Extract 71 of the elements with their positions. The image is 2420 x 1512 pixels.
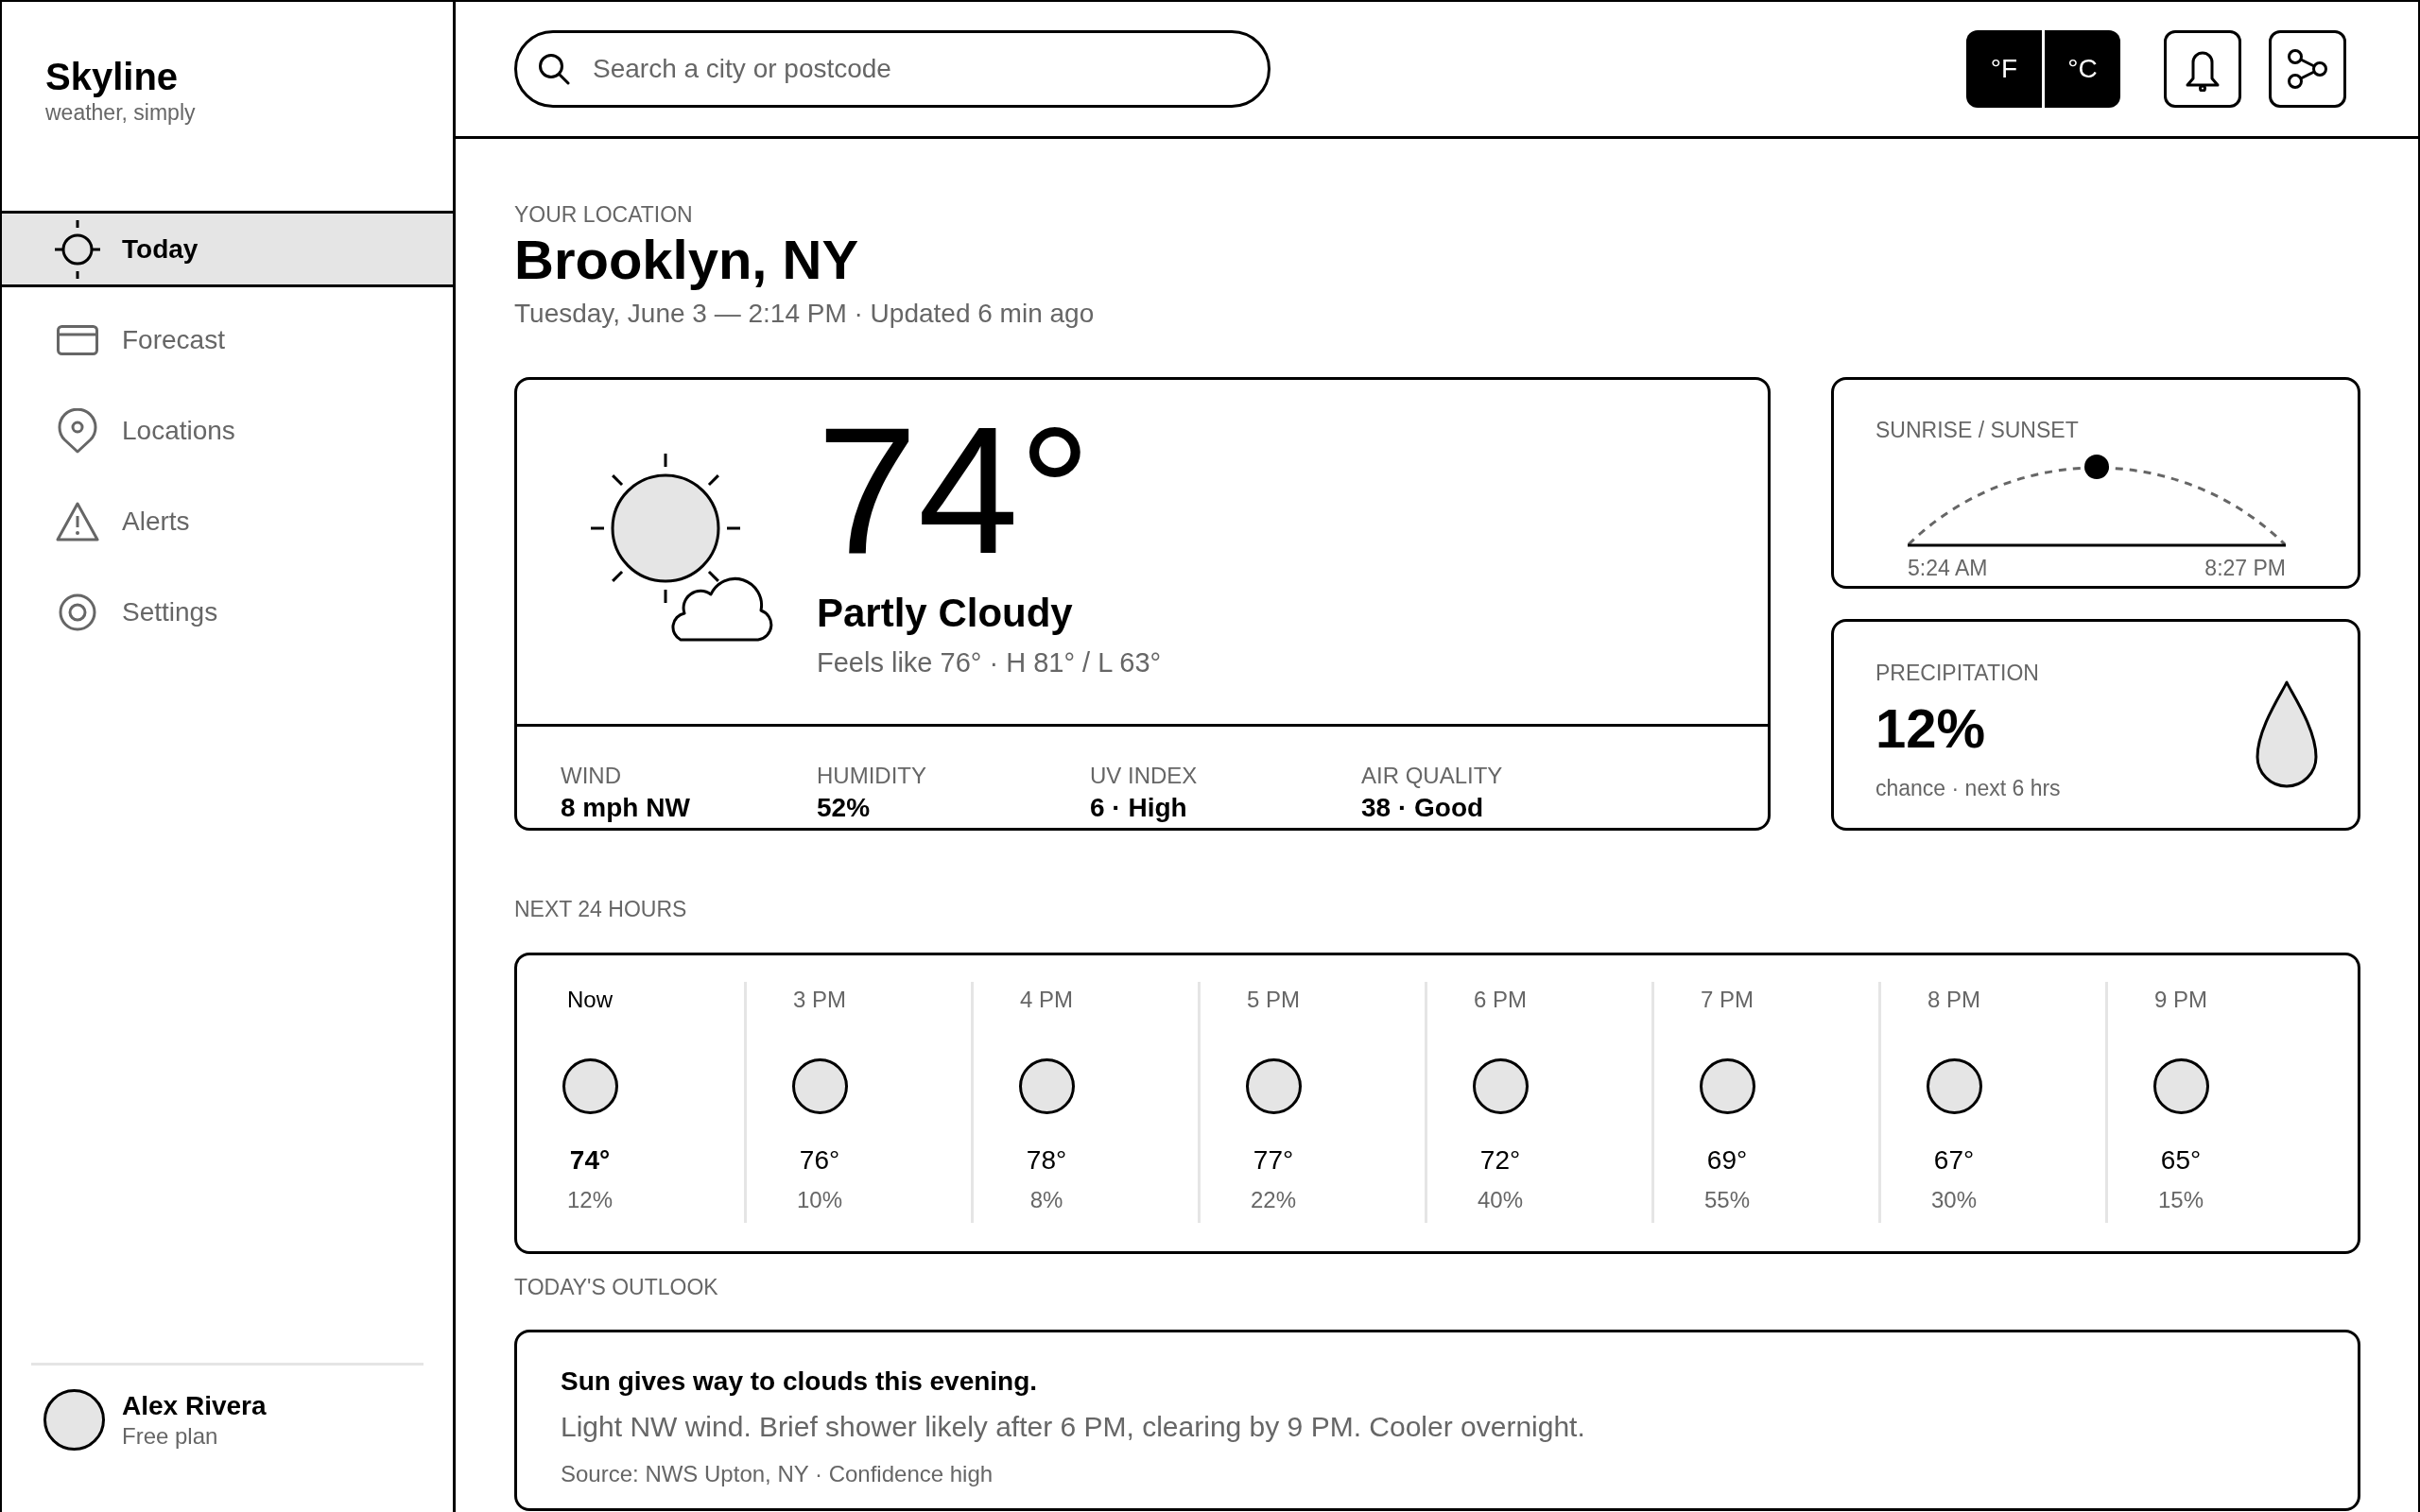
hour-label: 7 PM — [1701, 986, 1754, 1013]
unit-option[interactable]: °F — [1966, 30, 2042, 108]
precipitation-caption: chance · next 6 hrs — [1876, 775, 2061, 801]
hour-temperature: 67° — [1933, 1144, 1975, 1177]
section-title: TODAY'S OUTLOOK — [514, 1274, 718, 1300]
card-icon — [57, 324, 98, 355]
user-plan: Free plan — [122, 1422, 218, 1450]
location-pin-icon — [58, 407, 97, 454]
stat-value: 38 · Good — [1361, 792, 1484, 824]
nav-item[interactable]: Alerts — [2, 483, 453, 559]
hour-temperature: 77° — [1253, 1144, 1294, 1177]
hour-temperature: 69° — [1706, 1144, 1748, 1177]
target-icon — [59, 593, 96, 631]
nav-item[interactable]: Forecast — [2, 301, 453, 378]
sun-icon — [55, 219, 100, 279]
unit-option[interactable]: °C — [2042, 30, 2120, 108]
sunrise-time: 5:24 AM — [1908, 555, 1988, 581]
nav-item[interactable]: Settings — [2, 574, 453, 650]
hour-precipitation: 40% — [1477, 1186, 1523, 1213]
stat-label: AIR QUALITY — [1361, 762, 1503, 789]
hour-label: 6 PM — [1474, 986, 1527, 1013]
condition-label: Partly Cloudy — [817, 590, 1073, 637]
hour-precipitation: 22% — [1250, 1186, 1296, 1213]
updated-time: Tuesday, June 3 — 2:14 PM · Updated 6 min ago — [514, 298, 1095, 330]
hour-precipitation: 15% — [2157, 1186, 2204, 1213]
hour-temperature: 78° — [1026, 1144, 1067, 1177]
hour-precipitation: 30% — [1930, 1186, 1977, 1213]
hour-temperature: 76° — [799, 1144, 840, 1177]
hour-temperature: 72° — [1479, 1144, 1521, 1177]
nav-item[interactable]: Locations — [2, 392, 453, 469]
hour-label: Now — [567, 986, 613, 1013]
stat-value: 6 · High — [1090, 792, 1187, 824]
hour-label: 3 PM — [793, 986, 846, 1013]
hour-temperature: 74° — [569, 1144, 611, 1177]
hour-precipitation: 55% — [1703, 1186, 1750, 1213]
stat-value: 52% — [817, 792, 871, 824]
user-name: Alex Rivera — [122, 1390, 267, 1422]
notifications-button[interactable] — [2164, 30, 2241, 108]
stat-label: UV INDEX — [1090, 762, 1198, 789]
share-icon — [2287, 48, 2328, 90]
hour-label: 9 PM — [2154, 986, 2207, 1013]
section-title: NEXT 24 HOURS — [514, 896, 687, 922]
hour-label: 8 PM — [1927, 986, 1980, 1013]
outlook-source: Source: NWS Upton, NY · Confidence high — [561, 1460, 994, 1487]
stat-label: HUMIDITY — [817, 762, 926, 789]
current-temperature: 74° — [817, 400, 1092, 581]
hour-precipitation: 8% — [1029, 1186, 1063, 1213]
hour-precipitation: 12% — [566, 1186, 613, 1213]
search-icon — [538, 53, 570, 85]
share-button[interactable] — [2269, 30, 2346, 108]
search-field[interactable]: Search a city or postcode — [514, 30, 1270, 108]
stat-label: WIND — [561, 762, 621, 789]
warning-icon — [56, 501, 99, 541]
app-tagline: weather, simply — [45, 99, 196, 126]
precipitation-value: 12% — [1876, 696, 1986, 761]
hour-temperature: 65° — [2160, 1144, 2202, 1177]
location-name: Brooklyn, NY — [514, 228, 859, 292]
card-title: PRECIPITATION — [1876, 660, 2039, 686]
raindrop-icon — [2256, 679, 2318, 789]
location-label: YOUR LOCATION — [514, 201, 693, 228]
sunset-time: 8:27 PM — [2204, 555, 2286, 581]
outlook-body: Light NW wind. Brief shower likely after 6 PM, clearing by 9 PM. Cooler overnight. — [561, 1410, 1585, 1444]
feels-like-text: Feels like 76° · H 81° / L 63° — [817, 646, 1162, 679]
nav-item[interactable]: Today — [2, 211, 453, 287]
outlook-headline: Sun gives way to clouds this evening. — [561, 1366, 1038, 1398]
hour-label: 4 PM — [1020, 986, 1073, 1013]
stat-value: 8 mph NW — [561, 792, 690, 824]
hour-label: 5 PM — [1247, 986, 1300, 1013]
app-name: Skyline — [45, 55, 179, 99]
card-title: SUNRISE / SUNSET — [1876, 417, 2079, 443]
hour-precipitation: 10% — [796, 1186, 842, 1213]
